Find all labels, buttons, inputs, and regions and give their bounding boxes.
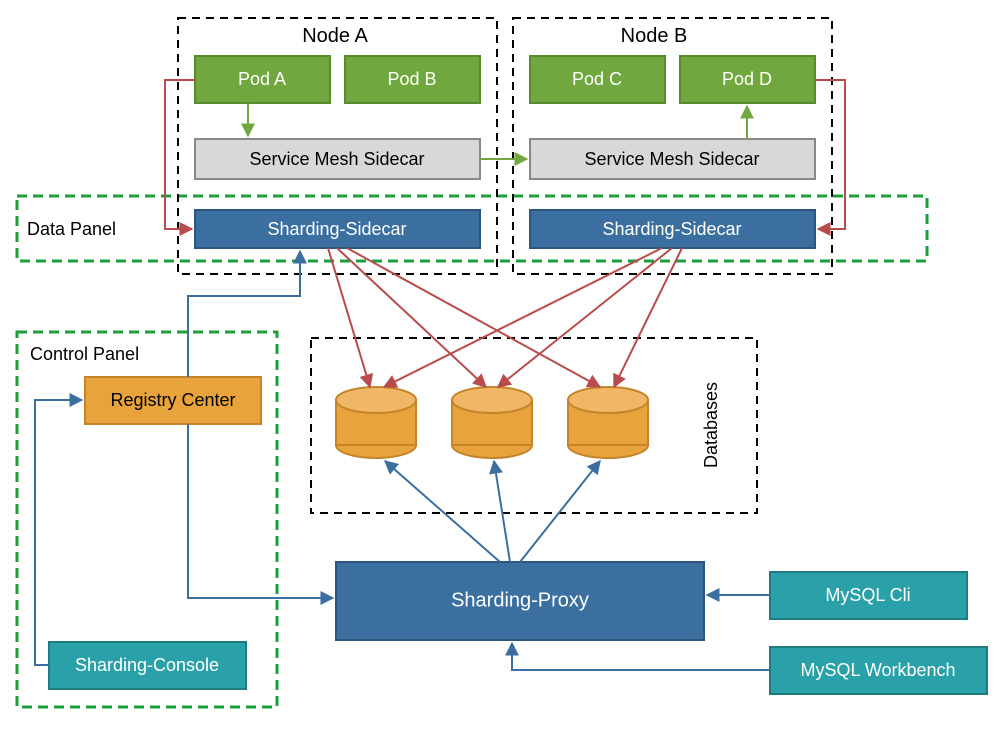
architecture-diagram: Data Panel Control Panel Node A Node B P… [0,0,1000,736]
registry-center-label: Registry Center [110,390,235,410]
sharding-proxy-label: Sharding-Proxy [451,589,589,611]
arrow-shard-a-to-db2 [337,248,486,387]
arrow-shard-b-to-db3 [614,248,682,387]
pod-b-label: Pod B [387,69,436,89]
mysql-cli-label: MySQL Cli [825,585,910,605]
sharding-sidecar-a-label: Sharding-Sidecar [267,219,406,239]
mysql-workbench-label: MySQL Workbench [800,660,955,680]
arrow-workbench-to-proxy [512,643,770,670]
pod-d-label: Pod D [722,69,772,89]
arrow-proxy-to-db2 [494,461,510,562]
pod-a-label: Pod A [238,69,286,89]
db-cylinder-3 [568,387,648,458]
arrow-registry-to-shard-a [188,251,300,377]
data-panel-label: Data Panel [27,219,116,239]
arrow-shard-a-to-db1 [328,248,370,387]
sidecar-a-label: Service Mesh Sidecar [249,149,424,169]
db-cylinder-1 [336,387,416,458]
control-panel-label: Control Panel [30,344,139,364]
sidecar-b-label: Service Mesh Sidecar [584,149,759,169]
pod-c-label: Pod C [572,69,622,89]
sharding-console-label: Sharding-Console [75,655,219,675]
node-b-title: Node B [621,25,688,47]
databases-label: Databases [701,382,721,468]
arrow-pod-a-to-sharding-a [165,80,195,229]
sharding-sidecar-b-label: Sharding-Sidecar [602,219,741,239]
arrow-console-to-registry [35,400,82,665]
node-a-title: Node A [302,25,368,47]
arrow-proxy-to-db1 [385,461,500,562]
arrow-proxy-to-db3 [520,461,600,562]
arrow-shard-a-to-db3 [347,248,600,387]
arrow-pod-d-to-sharding-b [815,80,845,229]
db-cylinder-2 [452,387,532,458]
